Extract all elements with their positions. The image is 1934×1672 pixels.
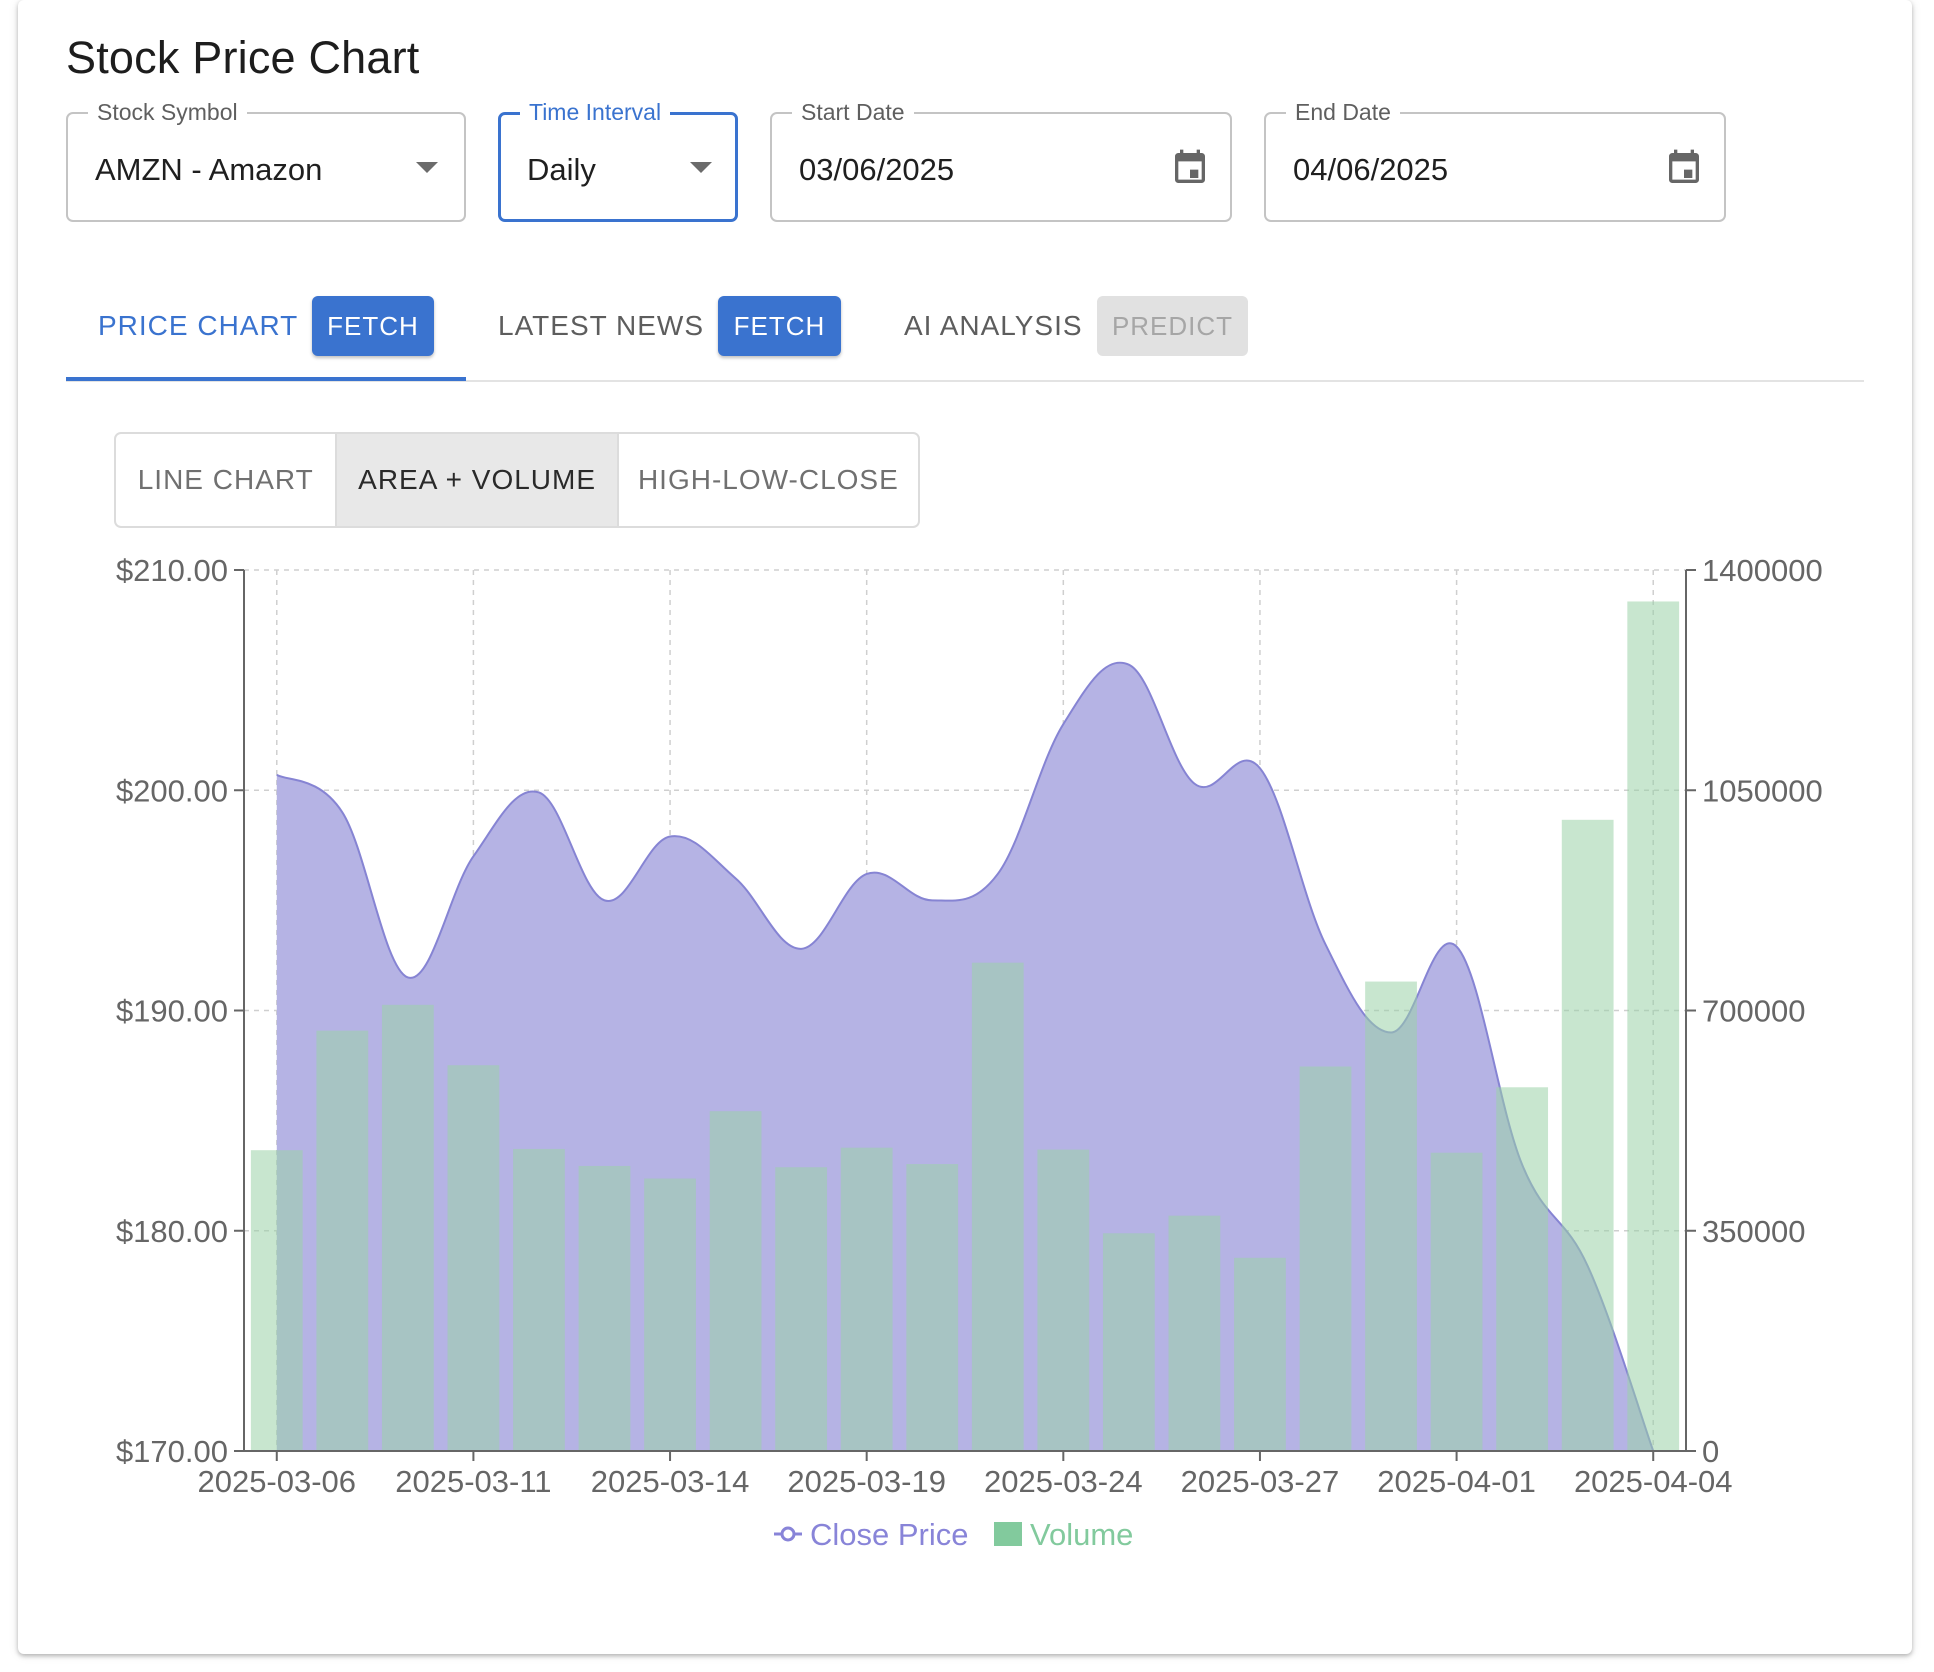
volume-bar [906, 1164, 959, 1451]
volume-bar [1365, 981, 1417, 1451]
volume-bar [1561, 819, 1614, 1451]
x-tick-label: 2025-03-27 [1181, 1464, 1340, 1499]
volume-bar [1168, 1215, 1221, 1451]
y-left-tick-label: $200.00 [116, 773, 228, 808]
volume-bar [1037, 1149, 1090, 1451]
volume-bar [1299, 1066, 1352, 1451]
volume-bar [1496, 1087, 1549, 1451]
volume-bar [513, 1148, 565, 1451]
y-right-tick-label: 1400000 [1702, 553, 1823, 588]
volume-bar [644, 1178, 696, 1451]
legend-volume[interactable]: Volume [1030, 1517, 1133, 1552]
legend-square-icon [994, 1522, 1022, 1546]
volume-bar [1430, 1152, 1483, 1451]
y-right-tick-label: 350000 [1702, 1214, 1805, 1249]
legend-dot-icon [780, 1526, 796, 1542]
volume-bar [578, 1165, 631, 1451]
y-left-tick-label: $180.00 [116, 1214, 228, 1249]
volume-bar [1627, 601, 1680, 1451]
y-left-tick-label: $210.00 [116, 553, 228, 588]
y-right-tick-label: 700000 [1702, 994, 1805, 1029]
volume-bar [381, 1004, 434, 1451]
y-right-tick-label: 1050000 [1702, 773, 1823, 808]
volume-bar [250, 1150, 303, 1451]
x-tick-label: 2025-04-01 [1377, 1464, 1536, 1499]
legend-close-price[interactable]: Close Price [810, 1517, 969, 1552]
x-tick-label: 2025-04-04 [1574, 1464, 1733, 1499]
volume-bar [709, 1111, 762, 1451]
volume-bar [1234, 1257, 1286, 1451]
x-tick-label: 2025-03-19 [787, 1464, 946, 1499]
volume-bar [971, 962, 1024, 1451]
volume-bar [316, 1030, 369, 1451]
x-tick-label: 2025-03-11 [395, 1464, 551, 1499]
x-tick-label: 2025-03-24 [984, 1464, 1143, 1499]
price-volume-chart: $170.00$180.00$190.00$200.00$210.0003500… [116, 553, 1823, 1552]
x-tick-label: 2025-03-14 [591, 1464, 750, 1499]
volume-bar [447, 1065, 500, 1451]
volume-bar [1102, 1233, 1155, 1451]
y-left-tick-label: $190.00 [116, 994, 228, 1029]
x-tick-label: 2025-03-06 [197, 1464, 356, 1499]
chart-legend[interactable]: Close Price Volume [774, 1517, 1133, 1552]
volume-bar [840, 1147, 893, 1451]
volume-bar [775, 1167, 828, 1451]
